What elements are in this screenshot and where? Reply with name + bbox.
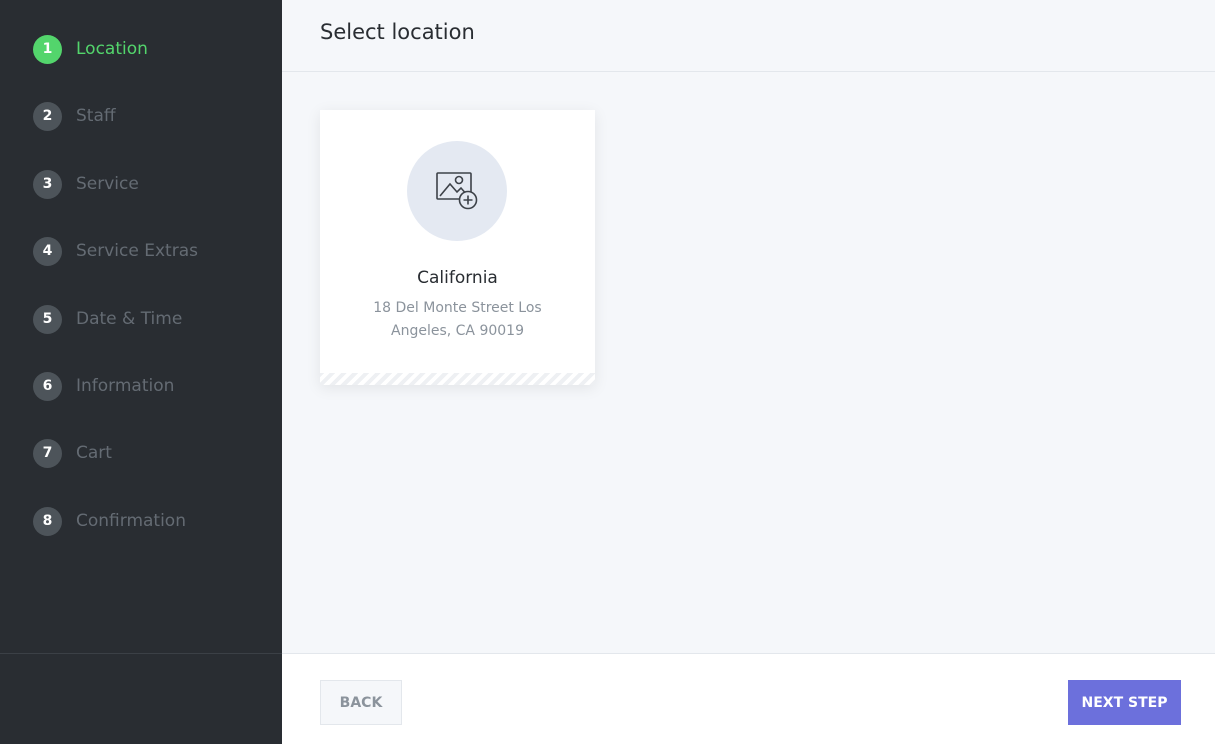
step-label: Service Extras — [76, 241, 198, 261]
step-information[interactable]: 6 Information — [33, 371, 174, 401]
step-location[interactable]: 1 Location — [33, 34, 148, 64]
step-confirmation[interactable]: 8 Confirmation — [33, 506, 186, 536]
step-number: 4 — [33, 236, 62, 266]
step-label: Staff — [76, 106, 116, 126]
step-number: 7 — [33, 438, 62, 468]
step-service-extras[interactable]: 4 Service Extras — [33, 236, 198, 266]
step-staff[interactable]: 2 Staff — [33, 101, 116, 131]
sidebar: 1 Location 2 Staff 3 Service 4 Service E… — [0, 0, 282, 744]
step-service[interactable]: 3 Service — [33, 169, 139, 199]
card-stripe-decoration — [320, 373, 595, 385]
next-step-button[interactable]: NEXT STEP — [1068, 680, 1181, 725]
main-panel: Select location California 18 Del Monte … — [282, 0, 1215, 744]
footer-bar: BACK NEXT STEP — [282, 653, 1215, 744]
step-label: Information — [76, 376, 175, 396]
page-title: Select location — [320, 20, 475, 44]
step-label: Date & Time — [76, 309, 183, 329]
step-label: Confirmation — [76, 511, 186, 531]
step-number: 3 — [33, 169, 62, 199]
step-number: 1 — [33, 34, 62, 64]
step-date-time[interactable]: 5 Date & Time — [33, 304, 182, 334]
step-label: Location — [76, 39, 148, 59]
step-number: 8 — [33, 506, 62, 536]
step-number: 6 — [33, 371, 62, 401]
sidebar-footer — [0, 653, 282, 744]
back-button[interactable]: BACK — [320, 680, 402, 725]
step-label: Cart — [76, 443, 112, 463]
location-image-placeholder — [407, 141, 507, 241]
step-cart[interactable]: 7 Cart — [33, 438, 112, 468]
step-label: Service — [76, 174, 139, 194]
location-name: California — [417, 268, 498, 288]
location-address: 18 Del Monte Street Los Angeles, CA 9001… — [373, 300, 542, 339]
step-number: 2 — [33, 101, 62, 131]
header: Select location — [282, 0, 1215, 72]
image-add-icon — [436, 172, 478, 210]
content-area: California 18 Del Monte Street Los Angel… — [282, 72, 1215, 653]
location-card[interactable]: California 18 Del Monte Street Los Angel… — [320, 110, 595, 385]
step-number: 5 — [33, 304, 62, 334]
